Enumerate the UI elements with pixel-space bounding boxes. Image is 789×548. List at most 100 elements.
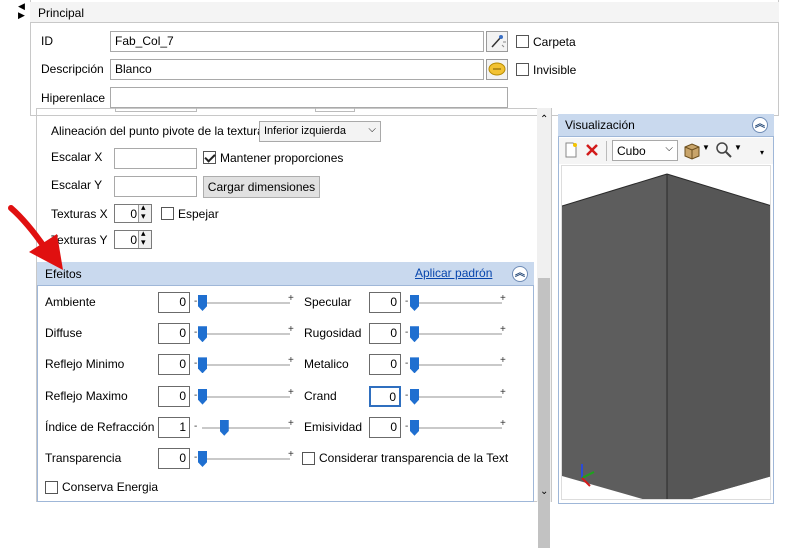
minus-sign: - — [405, 358, 409, 370]
slider-thumb[interactable] — [410, 357, 419, 374]
spin-arrows-icon[interactable] — [138, 202, 151, 222]
effect-slider[interactable] — [410, 295, 506, 311]
effect-slider[interactable] — [198, 419, 294, 436]
cube-preview — [562, 173, 770, 499]
scroll-up-icon[interactable]: ⌃ — [540, 114, 548, 125]
new-document-icon[interactable] — [563, 142, 579, 158]
hiperenlace-field[interactable] — [110, 87, 508, 108]
visualizacion-header[interactable]: Visualización ︽ — [558, 114, 774, 137]
slider-track — [202, 333, 290, 336]
id-field[interactable]: Fab_Col_7 — [110, 31, 484, 52]
effect-value-field[interactable]: 1 — [158, 416, 190, 438]
slider-track — [414, 302, 502, 304]
collapse-arrows-icon[interactable]: ◀ ▶ — [18, 2, 25, 20]
effect-label: Metalico — [304, 357, 349, 372]
delete-icon[interactable] — [585, 143, 599, 157]
descripcion-label: Descripción — [41, 62, 104, 76]
vertical-scrollbar[interactable]: ⌃ ⌄ — [537, 108, 551, 548]
plus-sign: + — [500, 293, 506, 304]
effect-label: Diffuse — [45, 326, 83, 341]
collapse-up-icon[interactable]: ︽ — [512, 266, 528, 282]
effect-slider[interactable] — [410, 388, 506, 405]
texturas-y-stepper[interactable]: 0 — [114, 228, 152, 249]
slider-track — [414, 426, 502, 429]
id-picker-button[interactable] — [486, 31, 508, 52]
slider-thumb[interactable] — [410, 295, 419, 311]
effect-value-field[interactable]: 0 — [158, 292, 190, 313]
effect-slider[interactable] — [410, 357, 506, 374]
effect-slider[interactable] — [198, 295, 294, 311]
effect-value-field[interactable]: 0 — [158, 323, 190, 345]
minus-sign: - — [194, 358, 198, 370]
scrollbar-thumb[interactable] — [538, 278, 550, 548]
shape-select[interactable]: Cubo ⌵ — [612, 140, 678, 161]
conserva-checkbox[interactable] — [45, 481, 58, 494]
plus-sign: + — [500, 355, 506, 367]
effect-slider[interactable] — [198, 326, 294, 343]
cargar-dimensiones-button[interactable]: Cargar dimensiones — [203, 176, 320, 198]
minus-sign: - — [194, 327, 198, 339]
slider-thumb[interactable] — [198, 451, 207, 467]
scroll-down-icon[interactable]: ⌄ — [540, 486, 548, 497]
effect-value-field[interactable]: 0 — [369, 292, 401, 313]
effect-slider[interactable] — [410, 419, 506, 436]
collapse-up-icon[interactable]: ︽ — [752, 117, 768, 133]
alignment-select[interactable]: Inferior izquierda ⌵ — [259, 121, 381, 142]
toolbar-overflow-icon[interactable]: ▾ — [760, 148, 764, 157]
plus-sign: + — [288, 293, 294, 304]
minus-sign: - — [194, 296, 198, 307]
slider-track — [202, 302, 290, 304]
slider-thumb[interactable] — [198, 357, 207, 374]
texturas-x-stepper[interactable]: 0 — [114, 202, 152, 223]
spin-arrows-icon[interactable] — [138, 228, 151, 248]
effect-value-field[interactable]: 0 — [158, 354, 190, 376]
effect-value-field[interactable]: 0 — [369, 416, 401, 438]
effect-slider[interactable] — [198, 388, 294, 405]
slider-thumb[interactable] — [198, 388, 207, 405]
considerar-checkbox[interactable] — [302, 452, 315, 465]
carpeta-checkbox[interactable] — [516, 35, 529, 48]
efeitos-header[interactable]: Efeitos Aplicar padrón ︽ — [37, 262, 534, 286]
effect-label: Reflejo Minimo — [45, 357, 125, 372]
effect-value-field[interactable]: 0 — [369, 323, 401, 345]
aplicar-padron-link[interactable]: Aplicar padrón — [415, 266, 492, 280]
viewer-toolbar: Cubo ⌵ ▼ ▼ ▾ — [559, 138, 773, 164]
principal-header[interactable]: Principal — [30, 2, 779, 23]
invisible-checkbox[interactable] — [516, 63, 529, 76]
wand-icon — [491, 35, 506, 48]
zoom-icon[interactable] — [715, 141, 733, 159]
3d-viewport[interactable] — [561, 165, 771, 500]
plus-sign: + — [500, 417, 506, 429]
dropdown-arrow-icon[interactable]: ▼ — [734, 143, 742, 152]
slider-track — [414, 395, 502, 398]
effect-slider[interactable] — [410, 326, 506, 343]
plus-sign: + — [288, 386, 294, 398]
descripcion-button[interactable] — [486, 59, 508, 80]
slider-thumb[interactable] — [198, 295, 207, 311]
mantener-checkbox[interactable] — [203, 151, 216, 164]
effect-slider[interactable] — [198, 357, 294, 374]
box-icon[interactable] — [683, 142, 701, 160]
slider-thumb[interactable] — [219, 419, 229, 436]
slider-thumb[interactable] — [410, 388, 419, 405]
descripcion-field[interactable]: Blanco — [110, 59, 484, 80]
espejar-checkbox[interactable] — [161, 207, 174, 220]
minus-sign: - — [194, 389, 198, 401]
alignment-label: Alineación del punto pivote de la textur… — [51, 124, 264, 138]
escalar-y-label: Escalar Y — [51, 178, 103, 192]
effect-value-field[interactable]: 0 — [369, 354, 401, 376]
carpeta-label: Carpeta — [533, 35, 576, 49]
minus-sign: - — [405, 296, 409, 307]
slider-thumb[interactable] — [410, 419, 419, 436]
effect-value-field[interactable]: 0 — [158, 448, 190, 469]
effect-label: Transparencia — [45, 451, 122, 465]
effect-slider[interactable] — [198, 451, 294, 467]
escalar-y-field[interactable] — [114, 176, 197, 197]
slider-thumb[interactable] — [410, 326, 419, 343]
effect-value-field[interactable]: 0 — [158, 385, 190, 407]
principal-title: Principal — [38, 6, 85, 20]
effect-value-field[interactable]: 0 — [369, 385, 401, 407]
dropdown-arrow-icon[interactable]: ▼ — [702, 143, 710, 152]
escalar-x-field[interactable] — [114, 148, 197, 169]
slider-thumb[interactable] — [198, 326, 207, 343]
